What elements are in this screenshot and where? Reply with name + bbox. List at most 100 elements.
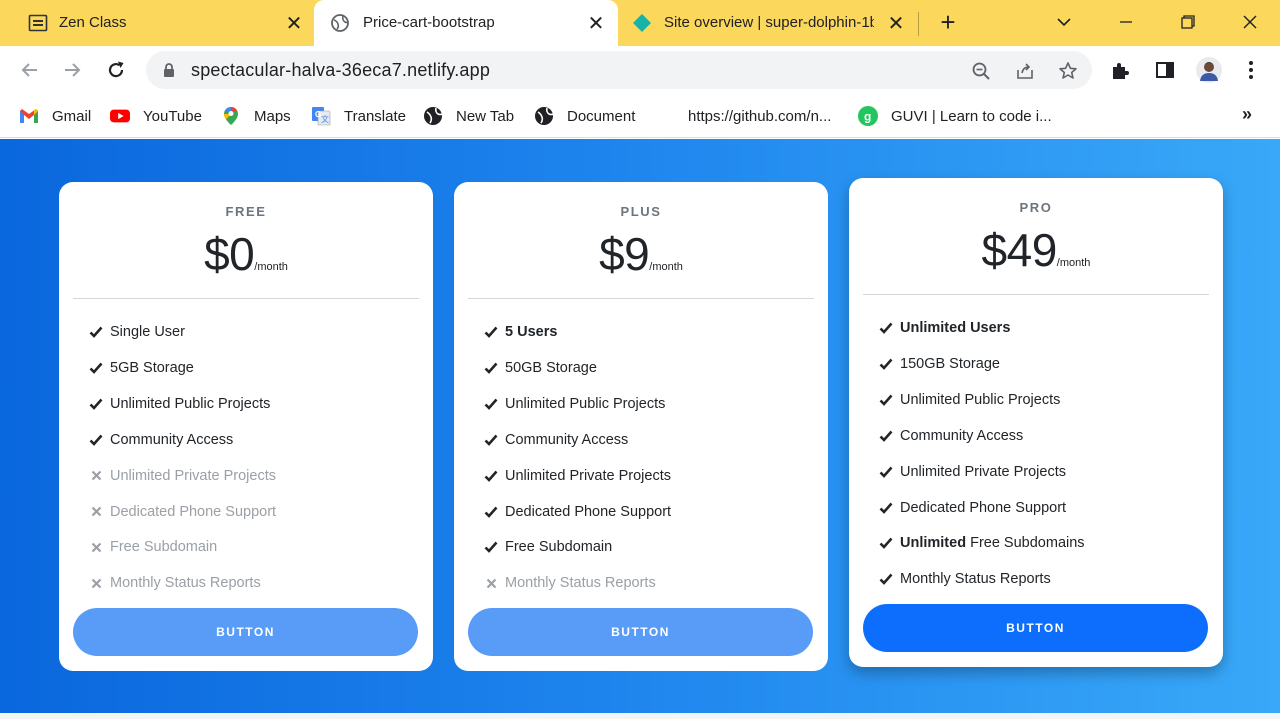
feature-text: Dedicated Phone Support bbox=[505, 503, 672, 520]
feature-text: Free Subdomain bbox=[505, 539, 613, 556]
feature-text: Dedicated Phone Support bbox=[110, 503, 277, 520]
bookmark-label: New Tab bbox=[456, 107, 515, 125]
new-tab-button[interactable]: + bbox=[936, 9, 960, 35]
feature-text: 5GB Storage bbox=[110, 359, 194, 376]
bookmark-maps[interactable]: Maps bbox=[221, 105, 291, 127]
youtube-icon bbox=[110, 106, 130, 126]
tab-separator bbox=[918, 12, 919, 36]
close-window-icon[interactable] bbox=[1238, 10, 1262, 34]
restore-icon[interactable] bbox=[1176, 10, 1200, 34]
x-icon bbox=[89, 469, 103, 483]
tab-price-cart[interactable]: Price-cart-bootstrap ✕ bbox=[314, 0, 618, 46]
share-icon[interactable] bbox=[1014, 60, 1036, 82]
feature-text: Unlimited Private Projects bbox=[505, 467, 671, 484]
feature-item: 5GB Storage bbox=[89, 358, 194, 378]
check-icon bbox=[484, 505, 498, 519]
feature-text: 50GB Storage bbox=[505, 359, 597, 376]
card-divider bbox=[863, 294, 1209, 295]
price-period: /month bbox=[649, 261, 683, 273]
pricing-card-plus: PLUS $9/month 5 Users 50GB Storage Unlimit… bbox=[454, 182, 828, 671]
tab-strip: Zen Class ✕ Price-cart-bootstrap ✕ Site … bbox=[0, 0, 1280, 46]
feature-text: Unlimited Private Projects bbox=[900, 463, 1066, 480]
feature-text: Single User bbox=[110, 324, 185, 340]
side-panel-icon[interactable] bbox=[1153, 58, 1177, 82]
feature-highlight: 5 Users bbox=[505, 324, 558, 340]
x-icon bbox=[484, 576, 498, 590]
svg-text:g: g bbox=[864, 110, 871, 124]
zen-class-icon bbox=[28, 13, 48, 33]
reload-button[interactable] bbox=[104, 58, 128, 82]
forward-button[interactable] bbox=[60, 58, 84, 82]
x-icon bbox=[89, 540, 103, 554]
check-icon bbox=[484, 397, 498, 411]
minimize-icon[interactable] bbox=[1114, 10, 1138, 34]
feature-item: Free Subdomain bbox=[89, 537, 217, 557]
feature-item: Single User bbox=[89, 322, 185, 342]
gmail-icon bbox=[19, 106, 39, 126]
bookmark-label: YouTube bbox=[143, 107, 202, 125]
bookmark-guvi[interactable]: g GUVI | Learn to code i... bbox=[858, 105, 1052, 127]
tab-search-icon[interactable] bbox=[1052, 10, 1076, 34]
feature-highlight: Unlimited Users bbox=[900, 320, 1011, 336]
tab-zen-class[interactable]: Zen Class ✕ bbox=[14, 0, 310, 46]
back-button[interactable] bbox=[18, 58, 42, 82]
tab-site-overview[interactable]: Site overview | super-dolphin-1b ✕ bbox=[620, 0, 916, 46]
feature-text: Free Subdomains bbox=[966, 535, 1085, 552]
close-tab-icon[interactable]: ✕ bbox=[284, 13, 304, 35]
menu-icon[interactable] bbox=[1239, 58, 1263, 82]
check-icon bbox=[484, 361, 498, 375]
feature-text: Unlimited Private Projects bbox=[110, 467, 276, 484]
bookmark-new-tab[interactable]: New Tab bbox=[423, 105, 514, 127]
tab-title: Zen Class bbox=[59, 14, 127, 31]
zoom-icon[interactable] bbox=[970, 60, 992, 82]
feature-item: 150GB Storage bbox=[879, 354, 1000, 374]
check-icon bbox=[879, 536, 893, 550]
check-icon bbox=[89, 397, 103, 411]
pricing-card-pro: PRO $49/month Unlimited Users 150GB Stora… bbox=[849, 178, 1223, 667]
extensions-icon[interactable] bbox=[1109, 58, 1133, 82]
tab-title: Price-cart-bootstrap bbox=[363, 14, 495, 31]
bookmark-gmail[interactable]: Gmail bbox=[19, 105, 91, 127]
plan-name: PRO bbox=[1019, 200, 1053, 215]
feature-text: Unlimited Public Projects bbox=[505, 395, 666, 412]
feature-item: Monthly Status Reports bbox=[89, 573, 261, 593]
close-tab-icon[interactable]: ✕ bbox=[586, 13, 606, 35]
bookmark-github[interactable]: https://github.com/n... bbox=[688, 105, 831, 127]
x-icon bbox=[89, 505, 103, 519]
check-icon bbox=[484, 433, 498, 447]
profile-avatar[interactable] bbox=[1195, 56, 1223, 84]
check-icon bbox=[89, 325, 103, 339]
check-icon bbox=[89, 361, 103, 375]
url-text[interactable]: spectacular-halva-36eca7.netlify.app bbox=[191, 60, 490, 81]
feature-item: Unlimited Private Projects bbox=[879, 462, 1066, 482]
plan-name: FREE bbox=[225, 204, 267, 219]
choose-plan-button[interactable]: BUTTON bbox=[863, 604, 1208, 652]
bookmark-youtube[interactable]: YouTube bbox=[110, 105, 202, 127]
bookmark-label: GUVI | Learn to code i... bbox=[891, 107, 1052, 125]
netlify-icon bbox=[632, 13, 652, 33]
check-icon bbox=[484, 325, 498, 339]
plan-name: PLUS bbox=[620, 204, 662, 219]
bookmark-label: Document bbox=[567, 107, 636, 125]
feature-highlight: Unlimited bbox=[900, 535, 967, 552]
address-bar[interactable]: spectacular-halva-36eca7.netlify.app bbox=[146, 51, 1092, 89]
feature-text: 150GB Storage bbox=[900, 355, 1000, 372]
card-divider bbox=[468, 298, 814, 299]
feature-text: Monthly Status Reports bbox=[505, 575, 656, 592]
bookmark-document[interactable]: Document bbox=[534, 105, 635, 127]
more-bookmarks-button[interactable]: » bbox=[1242, 104, 1252, 125]
check-icon bbox=[89, 433, 103, 447]
close-tab-icon[interactable]: ✕ bbox=[886, 13, 906, 35]
plan-price: $9/month bbox=[454, 227, 828, 281]
lock-icon[interactable] bbox=[162, 62, 176, 83]
plan-price: $0/month bbox=[59, 227, 433, 281]
feature-text: Community Access bbox=[900, 427, 1024, 444]
price-amount: $0 bbox=[204, 228, 255, 280]
choose-plan-button[interactable]: BUTTON bbox=[468, 608, 813, 656]
bookmark-star-icon[interactable] bbox=[1057, 60, 1079, 82]
choose-plan-button[interactable]: BUTTON bbox=[73, 608, 418, 656]
bookmark-translate[interactable]: G文 Translate bbox=[311, 105, 406, 127]
feature-text: Free Subdomain bbox=[110, 539, 218, 556]
feature-text: Community Access bbox=[505, 431, 629, 448]
price-period: /month bbox=[254, 261, 288, 273]
